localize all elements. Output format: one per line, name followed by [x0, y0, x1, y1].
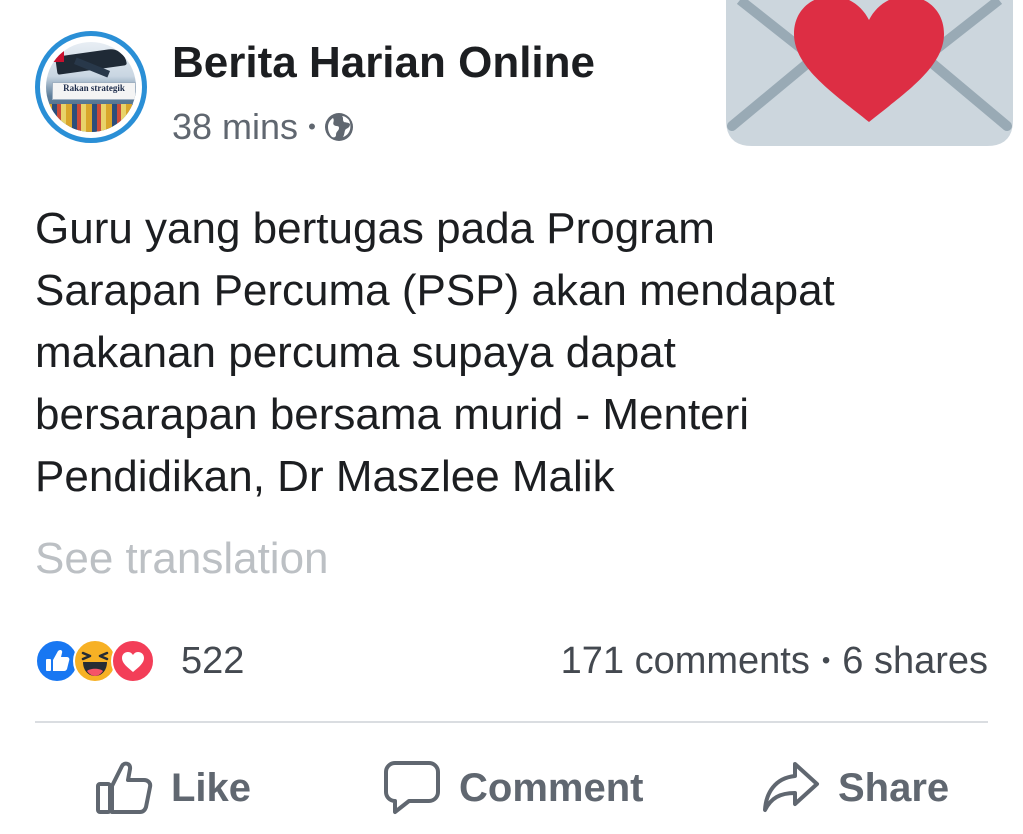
post-text-line: makanan percuma supaya dapat	[35, 328, 676, 377]
see-translation-link[interactable]: See translation	[35, 534, 329, 584]
reaction-count: 522	[181, 639, 245, 682]
post-message: Guru yang bertugas pada Program Sarapan …	[35, 198, 995, 508]
like-button-label: Like	[171, 765, 252, 810]
action-bar-divider	[35, 721, 988, 723]
post-text-line: Guru yang bertugas pada Program	[35, 204, 715, 253]
share-arrow-icon	[763, 762, 819, 812]
post-text-line: bersarapan bersama murid - Menteri	[35, 390, 750, 439]
love-letter-icon	[726, 0, 1013, 146]
thumbs-up-icon	[96, 761, 153, 814]
page-avatar[interactable]: Rakan strategik	[35, 31, 147, 143]
post-text-line: Pendidikan, Dr Maszlee Malik	[35, 452, 615, 501]
post-meta: 38 mins •	[172, 103, 354, 151]
engagement-stats: 171 comments • 6 shares	[561, 636, 988, 686]
shares-count-link[interactable]: 6 shares	[842, 640, 988, 683]
page-name[interactable]: Berita Harian Online	[172, 38, 595, 88]
avatar-image: Rakan strategik	[46, 42, 136, 132]
reactions-summary[interactable]: 522	[35, 636, 244, 686]
comments-count-link[interactable]: 171 comments	[561, 640, 810, 683]
share-button-label: Share	[838, 765, 950, 810]
comment-button[interactable]: Comment	[383, 758, 643, 818]
like-button[interactable]: Like	[95, 758, 251, 818]
post-timestamp[interactable]: 38 mins	[172, 106, 298, 148]
reaction-icons	[35, 636, 175, 686]
meta-separator: •	[308, 114, 316, 139]
newspaper-logo	[50, 46, 64, 62]
stats-separator: •	[821, 647, 831, 674]
love-reaction-icon	[111, 639, 155, 683]
comment-button-label: Comment	[459, 765, 644, 810]
comment-bubble-icon	[384, 761, 440, 814]
post-text-line: Sarapan Percuma (PSP) akan mendapat	[35, 266, 835, 315]
globe-icon[interactable]	[324, 112, 354, 142]
crowd-graphic	[46, 104, 136, 132]
avatar-banner-text: Rakan strategik	[52, 82, 136, 100]
share-button[interactable]: Share	[762, 758, 949, 818]
